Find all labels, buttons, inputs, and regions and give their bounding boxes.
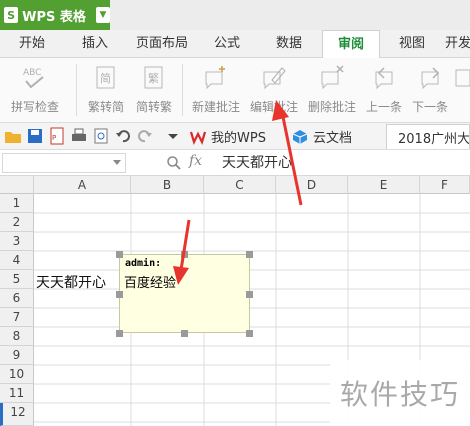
arrow-to-edit-comment-icon [272, 100, 303, 206]
arrow-to-comment-icon [173, 219, 191, 285]
watermark: 软件技巧 [330, 360, 470, 426]
